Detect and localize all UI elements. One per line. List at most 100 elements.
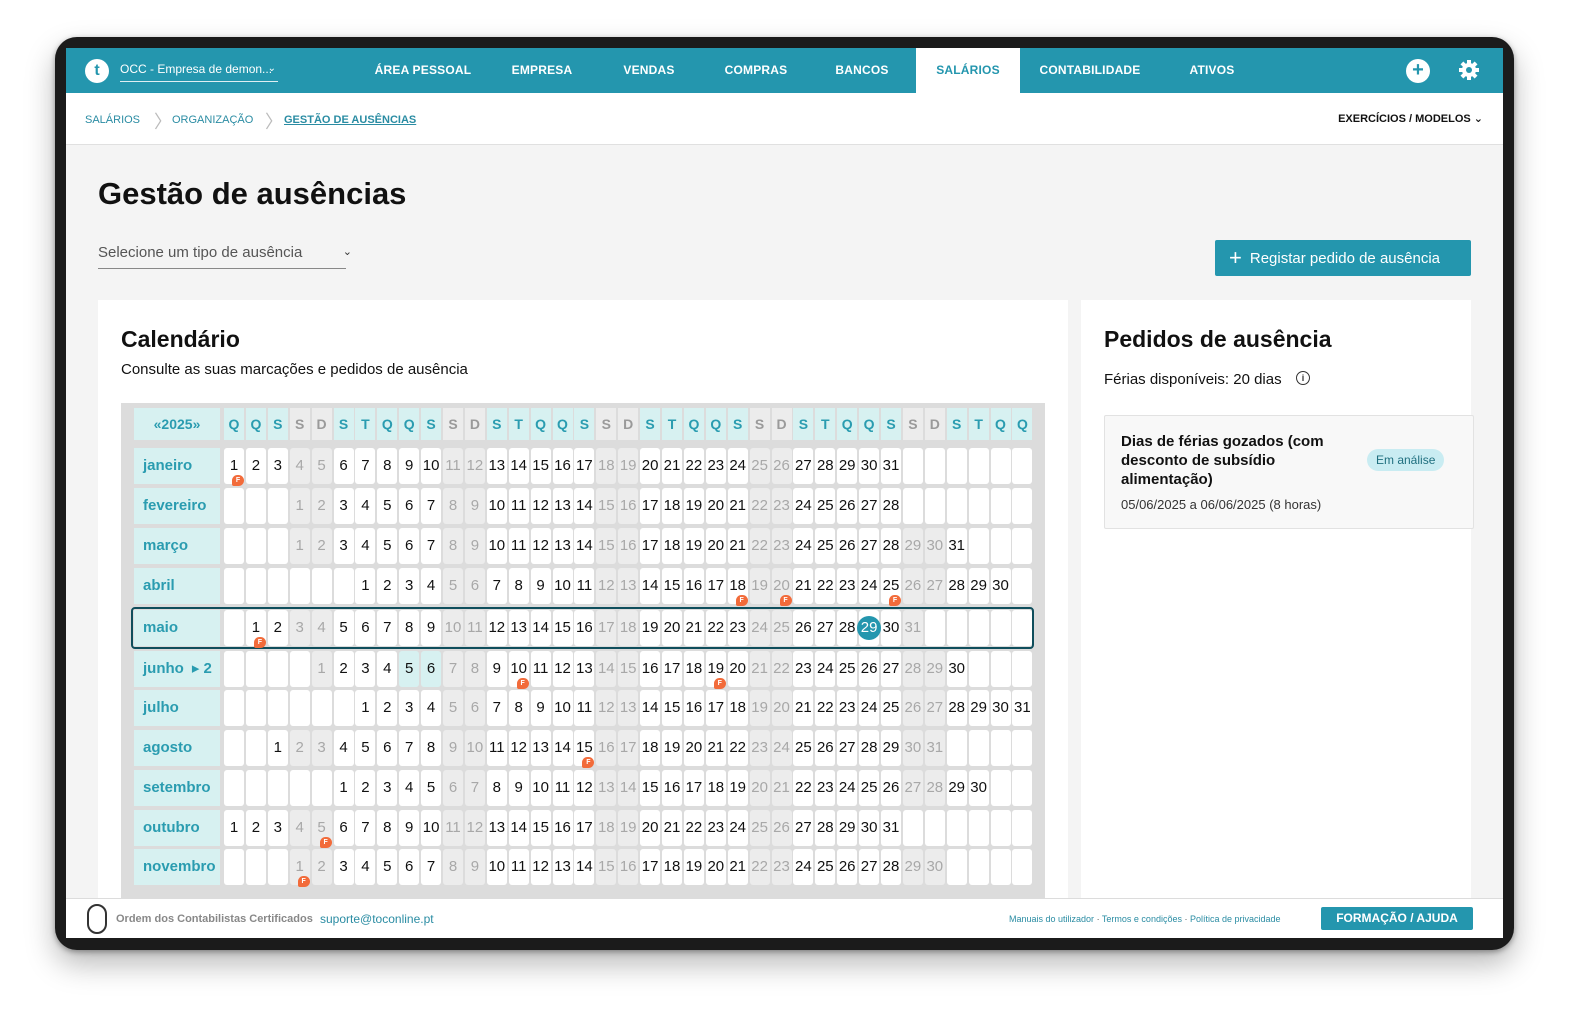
- calendar-day[interactable]: 29: [902, 528, 923, 564]
- month-label[interactable]: julho: [134, 690, 220, 726]
- calendar-day[interactable]: 13: [552, 528, 573, 564]
- calendar-day[interactable]: 26: [771, 448, 792, 484]
- calendar-day[interactable]: 29: [837, 448, 858, 484]
- calendar-day[interactable]: 14: [552, 730, 573, 766]
- calendar-day[interactable]: 20: [727, 651, 748, 687]
- calendar-day[interactable]: 5: [333, 610, 354, 646]
- calendar-day[interactable]: 17: [574, 448, 595, 484]
- calendar-day[interactable]: 24: [859, 690, 880, 726]
- calendar-day[interactable]: 1: [355, 690, 376, 726]
- calendar-day[interactable]: 23: [749, 730, 770, 766]
- calendar-day[interactable]: 15: [662, 568, 682, 604]
- calendar-day[interactable]: 6: [464, 568, 485, 604]
- calendar-day[interactable]: 12: [596, 690, 617, 726]
- calendar-day[interactable]: 6: [333, 448, 354, 484]
- calendar-day[interactable]: 24: [771, 730, 792, 766]
- calendar-day[interactable]: 15: [530, 810, 551, 846]
- calendar-day[interactable]: 24: [793, 849, 814, 885]
- calendar-day[interactable]: 27: [793, 810, 814, 846]
- calendar-day[interactable]: 22: [683, 448, 704, 484]
- help-button[interactable]: FORMAÇÃO / AJUDA: [1321, 907, 1473, 930]
- calendar-day[interactable]: 28: [837, 610, 858, 646]
- calendar-day[interactable]: 18: [596, 810, 617, 846]
- calendar-day[interactable]: 19: [727, 770, 748, 806]
- calendar-day[interactable]: 18: [683, 651, 704, 687]
- calendar-day[interactable]: 4: [355, 528, 376, 564]
- calendar-day[interactable]: 26: [793, 610, 814, 646]
- calendar-day[interactable]: 17: [640, 528, 661, 564]
- calendar-day[interactable]: 27: [859, 849, 880, 885]
- calendar-day[interactable]: 21: [662, 448, 682, 484]
- calendar-day[interactable]: 4: [289, 810, 310, 846]
- calendar-day[interactable]: 14: [596, 651, 617, 687]
- calendar-day[interactable]: 5: [377, 528, 398, 564]
- calendar-day[interactable]: 10: [552, 690, 573, 726]
- calendar-day[interactable]: 29: [902, 849, 923, 885]
- calendar-day[interactable]: 10: [552, 568, 573, 604]
- calendar-day[interactable]: 4: [421, 690, 442, 726]
- calendar-day[interactable]: 17: [705, 690, 726, 726]
- calendar-day[interactable]: 8: [377, 448, 398, 484]
- calendar-day[interactable]: 17: [618, 730, 639, 766]
- nav-item-bancos[interactable]: BANCOS: [808, 48, 916, 93]
- calendar-day[interactable]: 2: [267, 610, 288, 646]
- calendar-day[interactable]: 22: [815, 568, 836, 604]
- calendar-day[interactable]: 8: [464, 651, 485, 687]
- calendar-day[interactable]: 29: [968, 568, 989, 604]
- breadcrumb-salarios[interactable]: SALÁRIOS: [85, 114, 140, 126]
- calendar-day[interactable]: 2: [377, 690, 398, 726]
- calendar-day[interactable]: 9: [530, 568, 551, 604]
- breadcrumb-organizacao[interactable]: ORGANIZAÇÃO: [172, 114, 253, 126]
- calendar-day[interactable]: 19: [749, 690, 770, 726]
- calendar-day[interactable]: 18: [640, 730, 661, 766]
- calendar-day[interactable]: 30: [859, 448, 880, 484]
- calendar-day[interactable]: 2: [333, 651, 354, 687]
- calendar-day[interactable]: 27: [924, 690, 945, 726]
- calendar-day[interactable]: 5: [377, 488, 398, 524]
- calendar-day[interactable]: 6: [333, 810, 354, 846]
- calendar-day[interactable]: 2: [245, 448, 266, 484]
- calendar-day[interactable]: 9: [399, 448, 420, 484]
- calendar-day[interactable]: 25: [815, 488, 836, 524]
- calendar-day[interactable]: 2: [311, 849, 332, 885]
- calendar-day[interactable]: 23: [771, 488, 792, 524]
- calendar-day[interactable]: 2: [289, 730, 310, 766]
- calendar-day[interactable]: 18: [727, 690, 748, 726]
- calendar-day[interactable]: 14: [574, 849, 595, 885]
- calendar-day[interactable]: 9: [486, 651, 507, 687]
- calendar-day[interactable]: 23: [771, 528, 792, 564]
- calendar-day[interactable]: 24: [793, 488, 814, 524]
- calendar-day[interactable]: 1F: [245, 610, 266, 648]
- month-label[interactable]: março: [134, 528, 220, 564]
- calendar-day[interactable]: 1: [355, 568, 376, 604]
- calendar-day[interactable]: 31: [1012, 690, 1033, 726]
- company-selector[interactable]: OCC - Empresa de demon... ⌄: [120, 58, 278, 82]
- exercicios-menu[interactable]: EXERCÍCIOS / MODELOS ⌄: [1338, 112, 1483, 125]
- calendar-day[interactable]: 23: [705, 448, 726, 484]
- calendar-day[interactable]: 7: [355, 810, 376, 846]
- calendar-day[interactable]: 8: [443, 488, 463, 524]
- calendar-day[interactable]: 18: [618, 610, 639, 646]
- calendar-day[interactable]: 20: [705, 488, 726, 524]
- calendar-day[interactable]: 8: [443, 528, 463, 564]
- calendar-day[interactable]: 4: [355, 849, 376, 885]
- calendar-day[interactable]: 29: [857, 610, 882, 646]
- calendar-day[interactable]: 13: [618, 568, 639, 604]
- month-label[interactable]: outubro: [134, 810, 220, 846]
- calendar-day[interactable]: 8: [377, 810, 398, 846]
- month-label[interactable]: agosto: [134, 730, 220, 766]
- calendar-day[interactable]: 31: [881, 448, 901, 484]
- calendar-day[interactable]: 25: [815, 528, 836, 564]
- calendar-day[interactable]: 16: [618, 849, 639, 885]
- calendar-day[interactable]: 14: [530, 610, 551, 646]
- calendar-day[interactable]: 12: [596, 568, 617, 604]
- calendar-day[interactable]: 21: [683, 610, 704, 646]
- calendar-day[interactable]: 6: [443, 770, 463, 806]
- calendar-day[interactable]: 3: [333, 528, 354, 564]
- calendar-day[interactable]: 25: [749, 810, 770, 846]
- calendar-day[interactable]: 8: [399, 610, 420, 646]
- calendar-day[interactable]: 4: [421, 568, 442, 604]
- calendar-day[interactable]: 23: [837, 568, 858, 604]
- next-year-icon[interactable]: »: [193, 416, 201, 432]
- absence-request-item[interactable]: Dias de férias gozados (com desconto de …: [1104, 415, 1474, 529]
